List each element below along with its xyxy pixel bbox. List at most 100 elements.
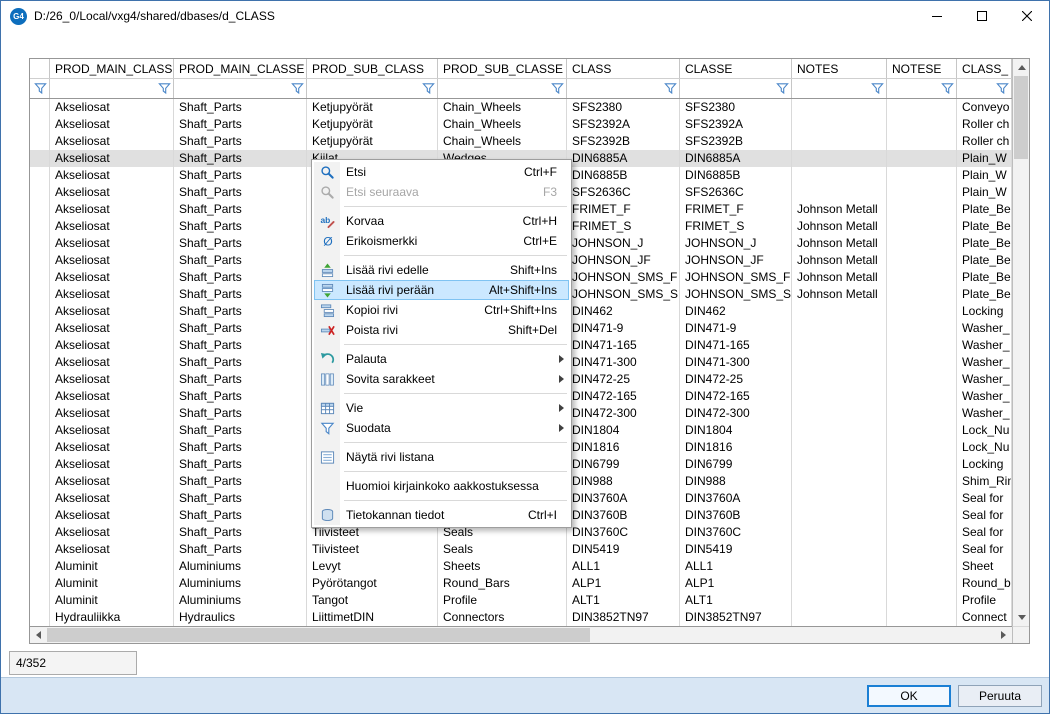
table-cell[interactable]: Akseliosat	[50, 252, 174, 269]
table-cell[interactable]: Seal for	[957, 490, 1012, 507]
table-cell[interactable]: Shaft_Parts	[174, 541, 307, 558]
filter-icon[interactable]	[422, 82, 435, 95]
table-cell[interactable]: Aluminiums	[174, 558, 307, 575]
filter-icon[interactable]	[664, 82, 677, 95]
table-cell[interactable]	[792, 184, 887, 201]
table-cell[interactable]: Shaft_Parts	[174, 133, 307, 150]
row-selector-cell[interactable]	[30, 371, 50, 388]
table-cell[interactable]: SFS2636C	[680, 184, 792, 201]
table-cell[interactable]: Akseliosat	[50, 235, 174, 252]
table-cell[interactable]: Roller ch	[957, 116, 1012, 133]
menu-item[interactable]: Lisää rivi edelleShift+Ins	[314, 260, 569, 280]
table-cell[interactable]: Akseliosat	[50, 303, 174, 320]
table-cell[interactable]: SFS2392A	[680, 116, 792, 133]
title-bar[interactable]: G4 D:/26_0/Local/vxg4/shared/dbases/d_CL…	[1, 1, 1049, 31]
table-cell[interactable]: Aluminit	[50, 575, 174, 592]
table-cell[interactable]: Shaft_Parts	[174, 422, 307, 439]
table-cell[interactable]: ALP1	[680, 575, 792, 592]
vertical-scrollbar[interactable]	[1012, 59, 1029, 626]
table-cell[interactable]	[887, 575, 957, 592]
table-cell[interactable]: DIN5419	[567, 541, 680, 558]
row-selector-cell[interactable]	[30, 269, 50, 286]
table-cell[interactable]: Shaft_Parts	[174, 524, 307, 541]
table-cell[interactable]	[887, 150, 957, 167]
table-cell[interactable]: Ketjupyörät	[307, 99, 438, 116]
table-cell[interactable]: DIN6885B	[567, 167, 680, 184]
table-cell[interactable]	[792, 405, 887, 422]
row-selector-cell[interactable]	[30, 405, 50, 422]
table-cell[interactable]: Chain_Wheels	[438, 99, 567, 116]
table-cell[interactable]: FRIMET_F	[680, 201, 792, 218]
menu-item[interactable]: Poista riviShift+Del	[314, 320, 569, 340]
table-cell[interactable]: SFS2392B	[680, 133, 792, 150]
table-cell[interactable]: Shaft_Parts	[174, 269, 307, 286]
row-selector-cell[interactable]	[30, 252, 50, 269]
table-cell[interactable]	[792, 575, 887, 592]
table-cell[interactable]: Aluminiums	[174, 575, 307, 592]
table-cell[interactable]: Plain_W	[957, 184, 1012, 201]
table-row[interactable]: AluminitAluminiumsLevytSheetsALL1ALL1She…	[30, 558, 1012, 575]
menu-item[interactable]: Sovita sarakkeet	[314, 369, 569, 389]
table-cell[interactable]: Akseliosat	[50, 286, 174, 303]
ok-button[interactable]: OK	[867, 685, 951, 707]
table-cell[interactable]: DIN3760C	[680, 524, 792, 541]
table-cell[interactable]: DIN472-165	[567, 388, 680, 405]
table-cell[interactable]: Akseliosat	[50, 269, 174, 286]
table-cell[interactable]: FRIMET_S	[680, 218, 792, 235]
table-cell[interactable]: Sheets	[438, 558, 567, 575]
table-cell[interactable]	[887, 116, 957, 133]
table-cell[interactable]: DIN1816	[567, 439, 680, 456]
row-selector-cell[interactable]	[30, 286, 50, 303]
table-cell[interactable]: SFS2392A	[567, 116, 680, 133]
table-cell[interactable]: DIN471-165	[567, 337, 680, 354]
table-cell[interactable]: DIN472-300	[680, 405, 792, 422]
table-cell[interactable]: Aluminit	[50, 558, 174, 575]
table-cell[interactable]	[887, 371, 957, 388]
table-cell[interactable]: JOHNSON_SMS_F	[680, 269, 792, 286]
row-selector-cell[interactable]	[30, 303, 50, 320]
column-header[interactable]: PROD_SUB_CLASSE	[438, 59, 567, 78]
table-cell[interactable]: Akseliosat	[50, 320, 174, 337]
table-cell[interactable]: Shaft_Parts	[174, 116, 307, 133]
table-cell[interactable]	[887, 422, 957, 439]
filter-icon[interactable]	[158, 82, 171, 95]
row-selector-cell[interactable]	[30, 167, 50, 184]
table-cell[interactable]: Akseliosat	[50, 439, 174, 456]
table-cell[interactable]: Washer_	[957, 388, 1012, 405]
column-header[interactable]: NOTESE	[887, 59, 957, 78]
table-cell[interactable]: Round_Bars	[438, 575, 567, 592]
table-cell[interactable]	[887, 235, 957, 252]
table-cell[interactable]	[792, 609, 887, 626]
table-cell[interactable]: DIN1804	[567, 422, 680, 439]
table-cell[interactable]: Aluminiums	[174, 592, 307, 609]
table-cell[interactable]: Shaft_Parts	[174, 99, 307, 116]
table-cell[interactable]	[887, 201, 957, 218]
row-selector-cell[interactable]	[30, 150, 50, 167]
table-cell[interactable]: Akseliosat	[50, 541, 174, 558]
table-cell[interactable]: DIN471-165	[680, 337, 792, 354]
table-cell[interactable]	[792, 388, 887, 405]
table-cell[interactable]	[887, 269, 957, 286]
close-button[interactable]	[1004, 1, 1049, 31]
table-cell[interactable]: DIN3760B	[567, 507, 680, 524]
table-cell[interactable]: SFS2636C	[567, 184, 680, 201]
horizontal-scroll-thumb[interactable]	[47, 628, 590, 642]
table-cell[interactable]: Akseliosat	[50, 201, 174, 218]
table-cell[interactable]	[792, 541, 887, 558]
table-cell[interactable]: Akseliosat	[50, 337, 174, 354]
row-selector-cell[interactable]	[30, 541, 50, 558]
table-cell[interactable]: Shim_Rin	[957, 473, 1012, 490]
row-selector-cell[interactable]	[30, 575, 50, 592]
table-cell[interactable]: DIN3852TN97	[680, 609, 792, 626]
table-cell[interactable]: Round_b	[957, 575, 1012, 592]
maximize-button[interactable]	[959, 1, 1004, 31]
table-cell[interactable]: Akseliosat	[50, 116, 174, 133]
filter-icon[interactable]	[941, 82, 954, 95]
table-cell[interactable]: LiittimetDIN	[307, 609, 438, 626]
column-header[interactable]: PROD_MAIN_CLASSE	[174, 59, 307, 78]
table-cell[interactable]	[887, 167, 957, 184]
table-cell[interactable]	[887, 388, 957, 405]
table-cell[interactable]: Tiivisteet	[307, 541, 438, 558]
table-cell[interactable]: Locking	[957, 456, 1012, 473]
row-selector-cell[interactable]	[30, 184, 50, 201]
